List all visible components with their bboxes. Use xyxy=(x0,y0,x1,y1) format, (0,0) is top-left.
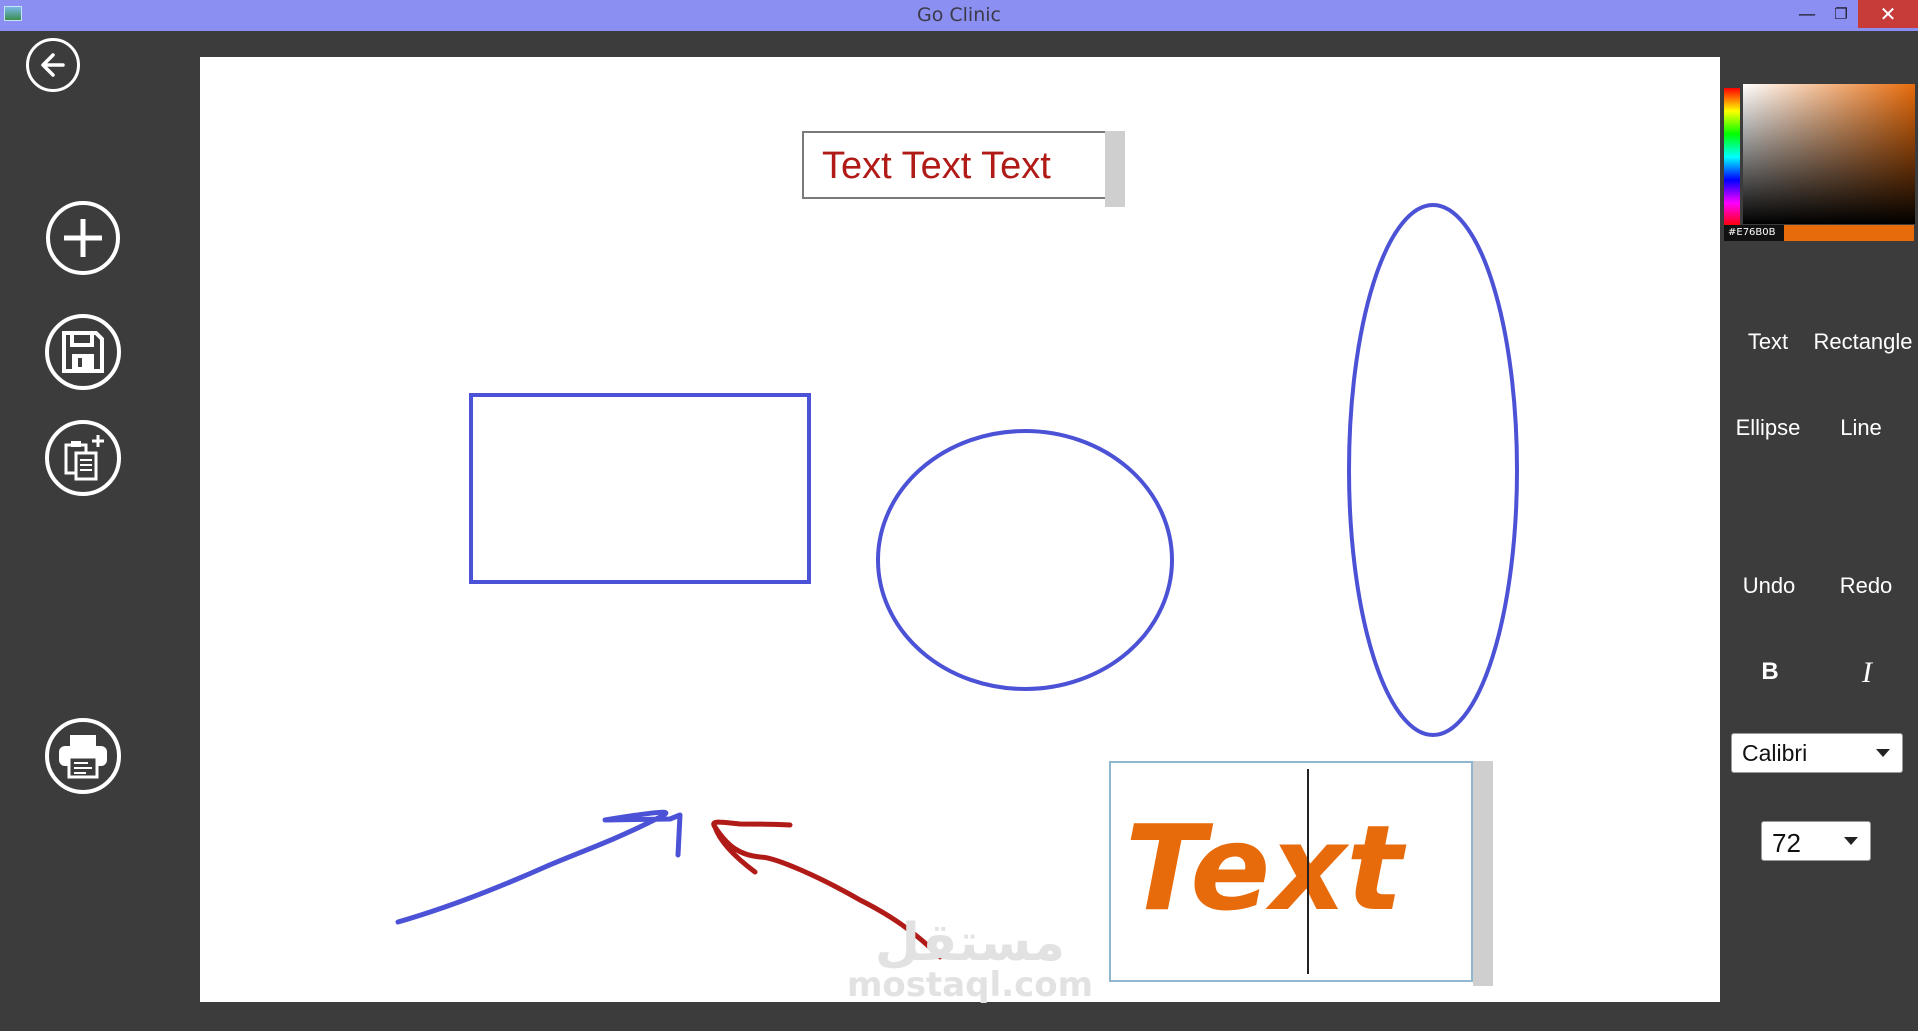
back-button[interactable] xyxy=(26,38,80,92)
ellipse-tool-button[interactable]: Ellipse xyxy=(1730,415,1806,441)
title-bar: Go Clinic — ❐ ✕ xyxy=(0,0,1918,31)
text-box-small[interactable]: Text Text Text xyxy=(802,131,1105,199)
text-box-large-content: Text xyxy=(1125,799,1403,937)
chevron-down-icon xyxy=(1844,837,1858,845)
font-size-value: 72 xyxy=(1772,828,1801,858)
close-button[interactable]: ✕ xyxy=(1858,0,1918,28)
print-button[interactable] xyxy=(45,718,121,794)
save-button[interactable] xyxy=(45,314,121,390)
undo-button[interactable]: Undo xyxy=(1734,573,1804,599)
circle-shape[interactable] xyxy=(876,429,1174,691)
drawing-canvas[interactable]: مستقل mostaql.com Text Text Text Text xyxy=(200,57,1720,1003)
italic-button[interactable]: I xyxy=(1850,656,1884,690)
chevron-down-icon xyxy=(1876,749,1890,757)
line-tool-button[interactable]: Line xyxy=(1830,415,1892,441)
font-family-select[interactable]: Calibri xyxy=(1731,733,1903,773)
rectangle-tool-button[interactable]: Rectangle xyxy=(1808,329,1918,355)
back-arrow-icon xyxy=(41,53,65,77)
maximize-button[interactable]: ❐ xyxy=(1824,0,1858,28)
rectangle-shape[interactable] xyxy=(469,393,811,584)
watermark-latin: mostaql.com xyxy=(846,965,1094,1005)
add-button[interactable] xyxy=(46,201,120,275)
redo-button[interactable]: Redo xyxy=(1832,573,1900,599)
hex-value: #E76B0B xyxy=(1724,225,1784,241)
text-box-large[interactable]: Text xyxy=(1109,761,1473,982)
text-box-small-handle[interactable] xyxy=(1105,131,1125,207)
color-picker[interactable]: #E76B0B xyxy=(1722,84,1916,242)
tall-ellipse-shape[interactable] xyxy=(1347,203,1519,737)
text-tool-button[interactable]: Text xyxy=(1738,329,1798,355)
saturation-value-area[interactable] xyxy=(1743,84,1915,224)
text-box-large-handle[interactable] xyxy=(1473,761,1493,986)
blue-freehand-arrow[interactable] xyxy=(395,809,683,925)
paste-button[interactable] xyxy=(45,420,121,496)
watermark-arabic: مستقل xyxy=(874,913,1066,973)
font-size-select[interactable]: 72 xyxy=(1761,821,1871,861)
window-title: Go Clinic xyxy=(917,4,1001,26)
font-family-value: Calibri xyxy=(1742,740,1808,766)
watermark: مستقل mostaql.com xyxy=(840,915,1100,1003)
add-icon xyxy=(64,219,102,257)
text-caret xyxy=(1307,769,1309,974)
paste-icon xyxy=(64,435,104,481)
text-box-small-content: Text Text Text xyxy=(822,145,1051,187)
hue-slider[interactable] xyxy=(1724,88,1740,226)
bold-button[interactable]: B xyxy=(1753,658,1787,686)
print-icon xyxy=(59,735,107,779)
minimize-button[interactable]: — xyxy=(1790,0,1824,28)
save-icon xyxy=(62,331,104,373)
selected-color-bar: #E76B0B xyxy=(1724,225,1914,241)
